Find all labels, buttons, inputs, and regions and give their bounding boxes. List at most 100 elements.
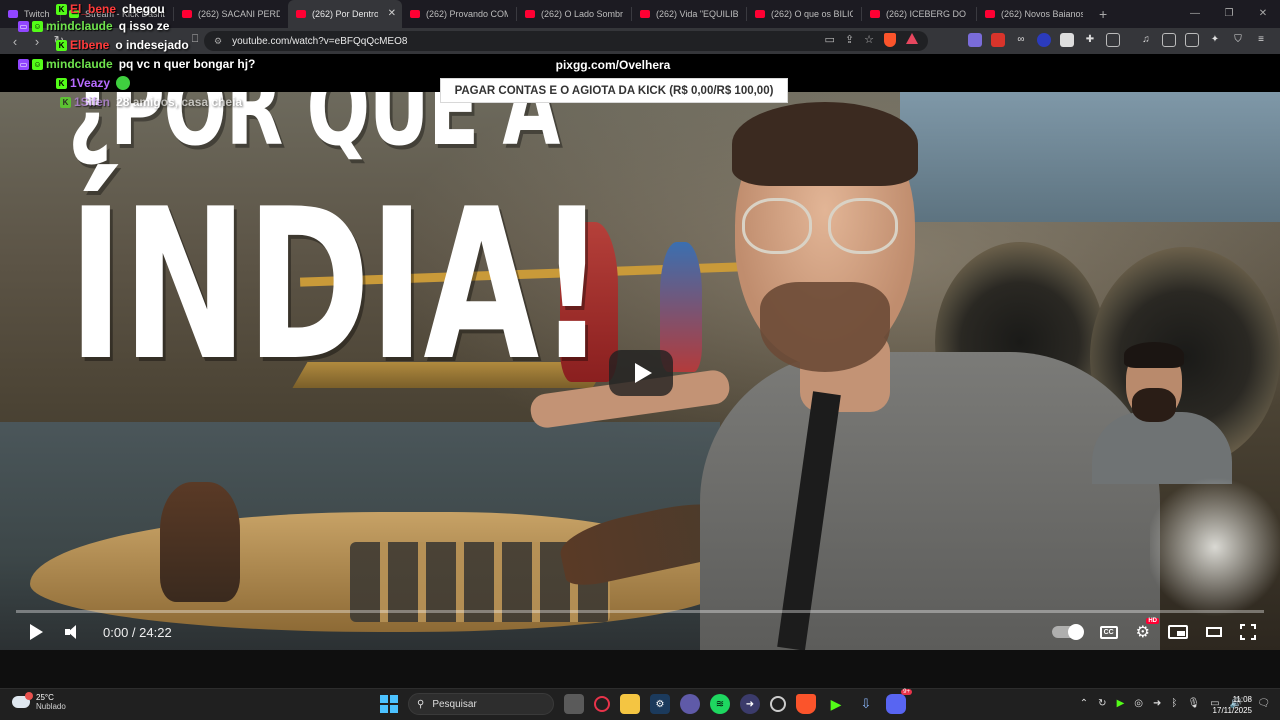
chat-username: Elbene (70, 38, 110, 52)
bluetooth-icon[interactable]: ᛒ (1171, 698, 1177, 709)
windows-start-icon[interactable] (380, 695, 398, 713)
miniplayer-icon[interactable] (1168, 625, 1188, 639)
chat-message: K 1Sifen 28 amigos, casa cheia (60, 93, 242, 111)
youtube-favicon-icon (525, 10, 535, 18)
fullscreen-corner (1251, 624, 1256, 629)
chat-text: chegou (122, 2, 165, 16)
new-tab-button[interactable]: + (1099, 6, 1107, 22)
url-text: youtube.com/watch?v=eBFQqQcMEO8 (232, 35, 408, 47)
autoplay-toggle[interactable] (1051, 624, 1084, 640)
extension-circle-icon[interactable] (1037, 33, 1051, 47)
tray-play-icon[interactable]: ▶ (1117, 698, 1125, 709)
webcam-person (1124, 342, 1184, 368)
music-icon[interactable]: ♫ (1139, 33, 1153, 47)
tray-arrow-icon[interactable]: ➜ (1153, 698, 1161, 709)
app-download-icon[interactable]: ⇩ (856, 694, 876, 714)
forward-icon[interactable]: › (26, 34, 48, 49)
app-arrow-icon[interactable]: ➜ (740, 694, 760, 714)
screenshot-icon[interactable] (1106, 33, 1120, 47)
theater-mode-icon[interactable] (1206, 627, 1222, 637)
video-background (828, 198, 898, 254)
brave-icon[interactable] (796, 694, 816, 714)
discord-badge: 9+ (901, 689, 912, 695)
cast-icon[interactable]: ▭ (825, 33, 835, 47)
large-play-button[interactable] (609, 350, 673, 396)
tab-youtube-7[interactable]: (262) ICEBERG DO NO (862, 0, 976, 28)
weather-widget[interactable]: 25°C Nublado (12, 692, 66, 711)
sidebar-icon[interactable] (1162, 33, 1176, 47)
extension-glasses-icon[interactable]: ∞ (1014, 33, 1028, 47)
search-placeholder: Pesquisar (432, 698, 477, 710)
brave-rewards-icon[interactable] (906, 33, 918, 44)
kick-badge-icon: K (56, 39, 67, 51)
brave-shield-icon[interactable] (884, 33, 896, 47)
back-icon[interactable]: ‹ (4, 34, 26, 49)
spotify-icon[interactable]: ≋ (710, 694, 730, 714)
tab-youtube-6[interactable]: (262) O que os BILION (747, 0, 861, 28)
menu-icon[interactable]: ≡ (1254, 33, 1268, 47)
tab-label: (262) ICEBERG DO NO (886, 9, 968, 19)
chat-message: K Elbene o indesejado (56, 36, 189, 54)
task-view-icon[interactable] (564, 694, 584, 714)
steam-icon[interactable]: ⚙ (650, 694, 670, 714)
fullscreen-corner (1251, 635, 1256, 640)
tab-youtube-3[interactable]: (262) Provando COMID (402, 0, 516, 28)
play-icon (634, 363, 652, 383)
chevron-up-icon[interactable]: ⌃ (1080, 698, 1088, 709)
play-icon[interactable] (30, 624, 43, 640)
site-info-icon[interactable]: ⚙ (214, 36, 222, 47)
tab-label: (262) O Lado Sombrio (541, 9, 623, 19)
settings-gear-icon[interactable]: ⚙ HD (1136, 618, 1159, 642)
opera-gx-icon[interactable] (594, 696, 610, 712)
extension-leaf-icon[interactable] (968, 33, 982, 47)
video-background (900, 92, 1280, 222)
close-tab-icon[interactable]: ✕ (388, 8, 396, 19)
tab-label: (262) Vida "EQUILIBRA (656, 9, 738, 19)
notifications-icon[interactable]: 🗨 (1257, 698, 1270, 709)
wallet-icon[interactable] (1185, 33, 1199, 47)
video-background (742, 198, 902, 254)
chat-username: El_bene (70, 2, 117, 16)
app-circle-icon[interactable] (680, 694, 700, 714)
sub-badge-icon: ☺ (32, 20, 43, 32)
tab-youtube-4[interactable]: (262) O Lado Sombrio (517, 0, 631, 28)
youtube-favicon-icon (985, 10, 995, 18)
youtube-favicon-icon (755, 10, 765, 18)
url-field[interactable]: ⚙ youtube.com/watch?v=eBFQqQcMEO8 ▭ ⇪ ☆ (204, 31, 928, 51)
tab-youtube-active[interactable]: (262) Por Dentro d ✕ (288, 0, 402, 28)
share-icon[interactable]: ⇪ (845, 33, 854, 47)
tab-youtube-1[interactable]: (262) SACANI PERDE A (174, 0, 288, 28)
leo-icon[interactable]: ✦ (1208, 33, 1222, 47)
microphone-icon[interactable]: 🎙 (1187, 698, 1200, 709)
tab-label: (262) O que os BILION (771, 9, 853, 19)
app-camera-icon[interactable] (770, 696, 786, 712)
close-window-icon[interactable]: ✕ (1246, 0, 1280, 28)
chat-message: ▭ ☺ mindclaude pq vc n quer bongar hj? (18, 55, 255, 73)
volume-icon[interactable] (65, 625, 81, 639)
subtitles-icon[interactable]: CC (1099, 625, 1118, 639)
vpn-icon[interactable]: ⛉ (1231, 33, 1245, 47)
minimize-icon[interactable]: — (1178, 0, 1212, 28)
app-play-icon[interactable]: ▶ (826, 694, 846, 714)
progress-bar[interactable] (16, 610, 1264, 613)
video-background (160, 482, 240, 602)
extension-box-icon[interactable] (1060, 33, 1074, 47)
tray-circle-icon[interactable]: ◎ (1134, 698, 1143, 709)
tab-youtube-5[interactable]: (262) Vida "EQUILIBRA (632, 0, 746, 28)
restore-icon[interactable]: ❐ (1212, 0, 1246, 28)
video-player[interactable]: ¿POR QUE A ÍNDIA! 0:00 / 24:22 CC ⚙ HD (0, 92, 1280, 650)
video-background (732, 102, 918, 186)
discord-icon[interactable]: 9+ (886, 689, 912, 714)
fullscreen-icon[interactable] (1240, 624, 1256, 640)
extension-pen-icon[interactable] (991, 33, 1005, 47)
puzzle-icon[interactable]: ✚ (1083, 33, 1097, 47)
donation-goal-bar: PAGAR CONTAS E O AGIOTA DA KICK (R$ 0,00… (440, 78, 788, 103)
sync-icon[interactable]: ↻ (1098, 698, 1106, 709)
star-icon[interactable]: ☆ (864, 33, 874, 47)
tab-youtube-8[interactable]: (262) Novos Baianos (977, 0, 1091, 28)
weather-text: 25°C Nublado (36, 693, 66, 711)
start-tile (390, 705, 398, 713)
taskbar-clock[interactable]: 11:08 17/11/2025 (1213, 694, 1252, 716)
taskbar-search-input[interactable]: ⚲ Pesquisar (408, 693, 554, 715)
folder-icon[interactable] (620, 694, 640, 714)
